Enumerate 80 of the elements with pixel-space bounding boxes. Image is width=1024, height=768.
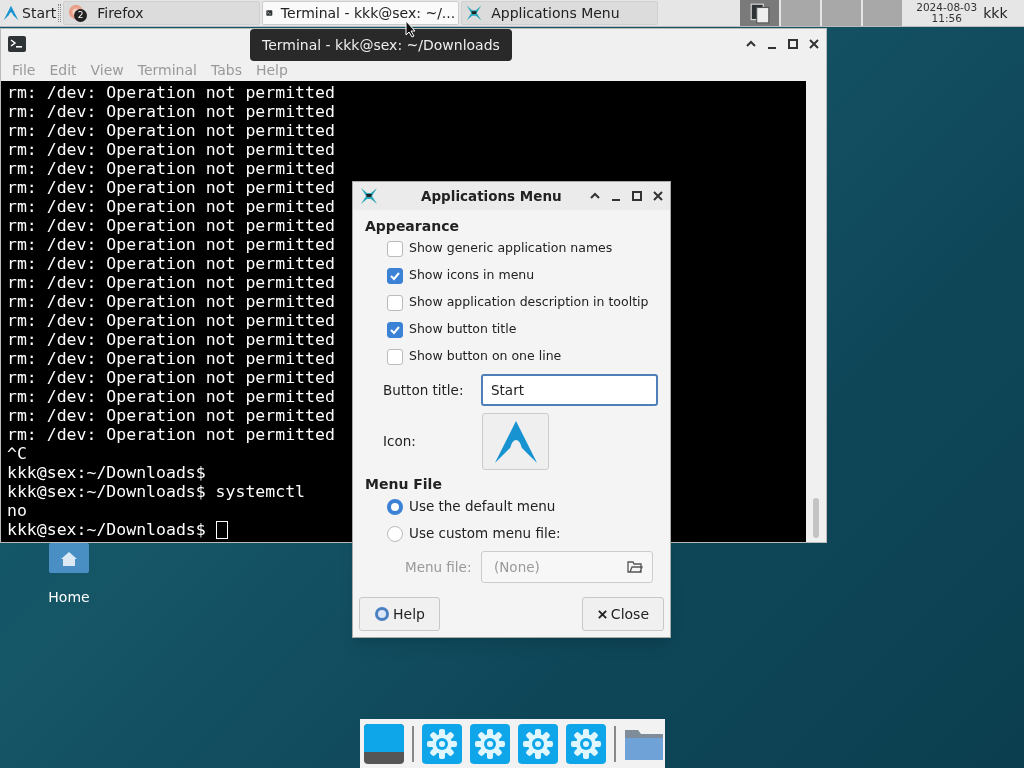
close-icon [596,608,608,620]
desktop-icon-label[interactable]: Home [48,587,90,608]
checkbox[interactable] [387,267,403,284]
terminal-line: rm: /dev: Operation not permitted [7,254,335,273]
section-heading: Menu File [365,476,443,493]
clock-time: 11:56 [931,13,962,24]
clock-date: 2024-08-03 [916,2,978,13]
icon-chooser-button[interactable] [482,413,549,470]
user-name[interactable]: kkk [983,2,1008,24]
radio-button[interactable] [387,525,403,542]
maximize-icon[interactable] [631,190,643,202]
arch-logo-icon [3,5,19,21]
terminal-icon [7,34,27,54]
terminal-line: rm: /dev: Operation not permitted [7,311,335,330]
window-thumbnail-icon [748,2,771,24]
field-label: Icon: [383,432,417,452]
terminal-line: kkk@sex:~/Downloads$ [7,520,206,539]
checkbox-option[interactable]: Show button title [387,316,658,343]
terminal-line: rm: /dev: Operation not permitted [7,178,335,197]
task-button[interactable]: Terminal - kkk@sex: ~/... [262,1,460,25]
field-label: Button title: [383,380,465,400]
radio-option[interactable]: Use custom menu file: [387,520,658,547]
terminal-line: rm: /dev: Operation not permitted [7,349,335,368]
terminal-line: rm: /dev: Operation not permitted [7,330,335,349]
close-icon[interactable] [808,38,820,50]
checkbox-option[interactable]: Show button on one line [387,343,658,370]
tooltip: Terminal - kkk@sex: ~/Downloads [250,29,512,61]
cross-logo-icon [465,4,484,22]
gear-icon[interactable] [518,723,558,764]
terminal-line: no [7,501,27,520]
terminal-line: rm: /dev: Operation not permitted [7,83,335,102]
terminal-line: rm: /dev: Operation not permitted [7,425,335,444]
clock[interactable]: 2024-08-03 11:56 [916,2,978,24]
terminal-line: rm: /dev: Operation not permitted [7,387,335,406]
radio-option[interactable]: Use the default menu [387,493,658,520]
terminal-line: rm: /dev: Operation not permitted [7,121,335,140]
help-button[interactable]: Help [359,597,440,631]
terminal-line: kkk@sex:~/Downloads$ [7,463,206,482]
checkbox[interactable] [387,348,403,365]
close-button[interactable]: Close [581,597,664,631]
task-button[interactable]: Applications Menu [461,1,659,25]
close-icon[interactable] [652,190,664,202]
terminal-line: rm: /dev: Operation not permitted [7,159,335,178]
gear-icon[interactable] [422,723,462,764]
terminal-line: rm: /dev: Operation not permitted [7,292,335,311]
terminal-line: rm: /dev: Operation not permitted [7,235,335,254]
checkbox-option[interactable]: Show application description in tooltip [387,289,658,316]
text-field[interactable]: Start [481,374,658,406]
terminal-line: rm: /dev: Operation not permitted [7,140,335,159]
checkbox-option[interactable]: Show icons in menu [387,262,658,289]
count-badge: 2 [74,9,88,22]
maximize-icon[interactable] [787,38,799,50]
cross-logo-icon [359,186,379,206]
help-icon [374,606,390,622]
show-desktop-icon[interactable] [364,723,404,764]
checkbox[interactable] [387,294,403,311]
terminal-line: kkk@sex:~/Downloads$ systemctl [7,482,305,501]
task-button[interactable]: 2 Firefox [63,1,261,25]
gear-icon[interactable] [566,723,606,764]
terminal-line: ^C [7,444,27,463]
start-button[interactable]: Start [0,0,59,26]
gear-icon[interactable] [470,723,510,764]
mouse-pointer-icon [405,20,417,38]
home-folder-icon[interactable] [49,543,89,573]
radio-button[interactable] [387,498,403,515]
terminal-line: rm: /dev: Operation not permitted [7,102,335,121]
terminal-line: rm: /dev: Operation not permitted [7,216,335,235]
checkbox-option[interactable]: Show generic application names [387,235,658,262]
checkbox[interactable] [387,240,403,257]
workspace-button[interactable] [740,0,780,26]
folder-icon[interactable] [627,560,643,574]
terminal-line: rm: /dev: Operation not permitted [7,197,335,216]
terminal-line: rm: /dev: Operation not permitted [7,406,335,425]
terminal-line: rm: /dev: Operation not permitted [7,273,335,292]
section-heading: Appearance [365,218,460,235]
text-cursor [215,520,228,539]
checkbox[interactable] [387,321,403,338]
field-label: Menu file: [405,557,473,577]
window-title: Applications Menu [421,186,563,206]
terminal-line: rm: /dev: Operation not permitted [7,368,335,387]
